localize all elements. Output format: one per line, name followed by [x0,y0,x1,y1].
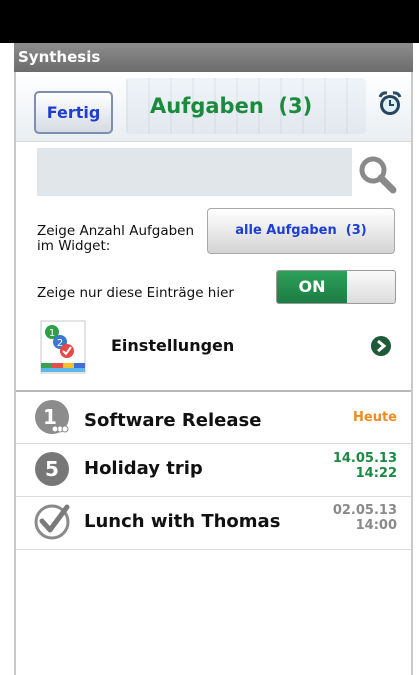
task-date-line2: 14:00 [355,518,397,533]
task-badge: 1 [43,405,57,429]
task-date-line1: 14.05.13 [332,451,397,466]
task-title: Lunch with Thomas [84,511,281,532]
task-row-holiday-trip[interactable]: 5 Holiday trip 14.05.13 14:22 [16,447,411,499]
widget-count-label-line2: im Widget: [37,238,111,254]
row-divider [16,496,411,497]
toggle-on-label: ON [277,271,347,303]
widget-count-label: Zeige Anzahl Aufgaben im Widget: [37,224,194,254]
settings-app-icon: 1 2 [40,320,86,374]
task-date-line1: 02.05.13 [332,503,397,518]
page-title: Aufgaben (3) [150,94,313,118]
settings-label: Einstellungen [111,336,235,355]
task-date-line2: 14:22 [355,466,397,481]
task-title: Holiday trip [84,458,203,479]
show-only-label: Zeige nur diese Einträge hier [37,285,234,301]
task-badge: 5 [45,457,59,481]
task-date: 02.05.13 14:00 [333,503,397,533]
row-divider [16,549,411,550]
priority-5-icon: 5 [35,452,69,486]
search-icon[interactable] [355,152,399,196]
task-date: Heute [353,410,397,425]
task-date-line1: Heute [353,410,397,425]
list-divider [16,390,411,392]
task-title: Software Release [84,410,262,431]
alarm-clock-icon[interactable] [376,90,404,118]
priority-1-icon: 1 [35,400,69,434]
checkmark-done-icon [34,504,70,540]
app-title: Synthesis [14,43,413,72]
chevron-right-icon[interactable] [370,335,392,357]
task-date: 14.05.13 14:22 [333,451,397,481]
row-divider [16,443,411,444]
show-only-toggle[interactable]: ON [276,270,396,304]
widget-count-button[interactable]: alle Aufgaben (3) [207,208,395,254]
task-row-software-release[interactable]: 1 Software Release Heute [16,395,411,447]
settings-row[interactable]: 1 2 Einstellungen [16,318,411,382]
search-input[interactable] [37,148,352,196]
header-bar: Fertig Aufgaben (3) [16,72,411,142]
svg-text:1: 1 [49,328,55,339]
fertig-button[interactable]: Fertig [34,91,113,134]
task-row-lunch-with-thomas[interactable]: Lunch with Thomas 02.05.13 14:00 [16,500,411,552]
status-bar [0,0,419,43]
widget-count-label-line1: Zeige Anzahl Aufgaben [37,223,195,239]
